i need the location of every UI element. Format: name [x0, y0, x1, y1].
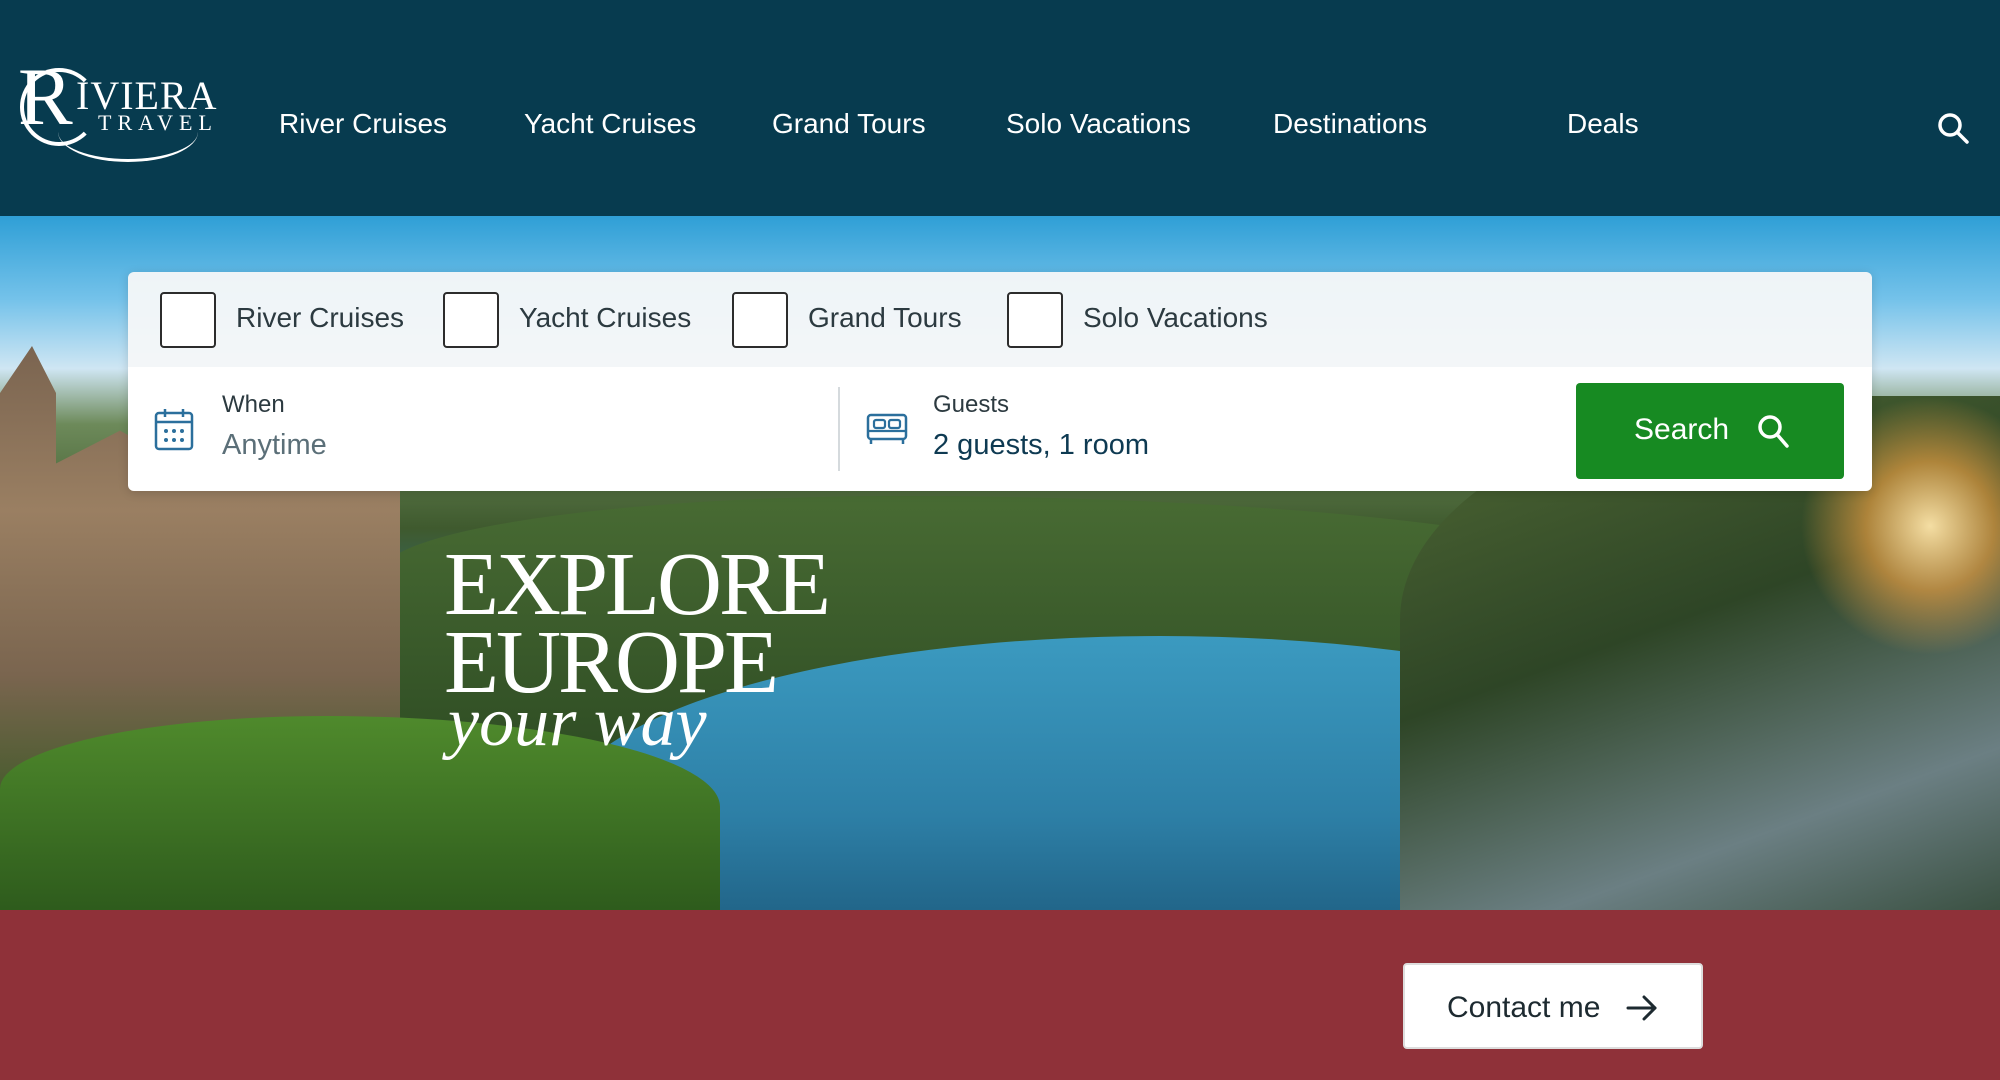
contact-me-label: Contact me — [1447, 991, 1601, 1024]
when-value: Anytime — [222, 429, 327, 461]
when-label: When — [222, 391, 285, 418]
search-icon[interactable] — [1935, 110, 1971, 146]
contact-me-button[interactable]: Contact me — [1403, 963, 1703, 1049]
checkbox-box[interactable] — [443, 292, 499, 348]
search-button-label: Search — [1634, 413, 1730, 446]
nav-item-deals[interactable]: Deals — [1567, 108, 1639, 140]
nav-item-yacht-cruises[interactable]: Yacht Cruises — [524, 108, 696, 140]
bed-icon — [866, 411, 908, 445]
checkbox-label: Yacht Cruises — [519, 302, 692, 333]
guests-value: 2 guests, 1 room — [933, 429, 1149, 461]
checkbox-box[interactable] — [160, 292, 216, 348]
main-nav: River Cruises Yacht Cruises Grand Tours … — [0, 108, 2000, 148]
when-field[interactable]: When Anytime — [128, 367, 834, 491]
guests-label: Guests — [933, 391, 1010, 418]
search-icon — [1756, 413, 1790, 449]
trip-type-filters: River Cruises Yacht Cruises Grand Tours … — [128, 272, 1872, 367]
search-button[interactable]: Search — [1576, 383, 1844, 479]
search-panel: River Cruises Yacht Cruises Grand Tours … — [128, 272, 1872, 491]
calendar-icon — [154, 407, 194, 451]
search-fields: When Anytime Guests 2 guests, 1 room Sea… — [128, 367, 1872, 491]
checkbox-label: Grand Tours — [808, 302, 962, 333]
checkbox-box[interactable] — [1007, 292, 1063, 348]
nav-item-solo-vacations[interactable]: Solo Vacations — [1006, 108, 1191, 140]
checkbox-label: Solo Vacations — [1083, 302, 1268, 333]
nav-item-destinations[interactable]: Destinations — [1273, 108, 1427, 140]
contact-bar: Contact me — [0, 910, 2000, 1080]
nav-item-river-cruises[interactable]: River Cruises — [279, 108, 447, 140]
nav-item-grand-tours[interactable]: Grand Tours — [772, 108, 926, 140]
hero-line-your-way: your way — [448, 684, 707, 761]
checkbox-label: River Cruises — [236, 302, 405, 333]
site-header: R IVIERA TRAVEL River Cruises Yacht Crui… — [0, 0, 2000, 216]
checkbox-box[interactable] — [732, 292, 788, 348]
arrow-right-icon — [1625, 991, 1659, 1025]
guests-field[interactable]: Guests 2 guests, 1 room — [842, 367, 1562, 491]
field-divider — [838, 387, 840, 471]
